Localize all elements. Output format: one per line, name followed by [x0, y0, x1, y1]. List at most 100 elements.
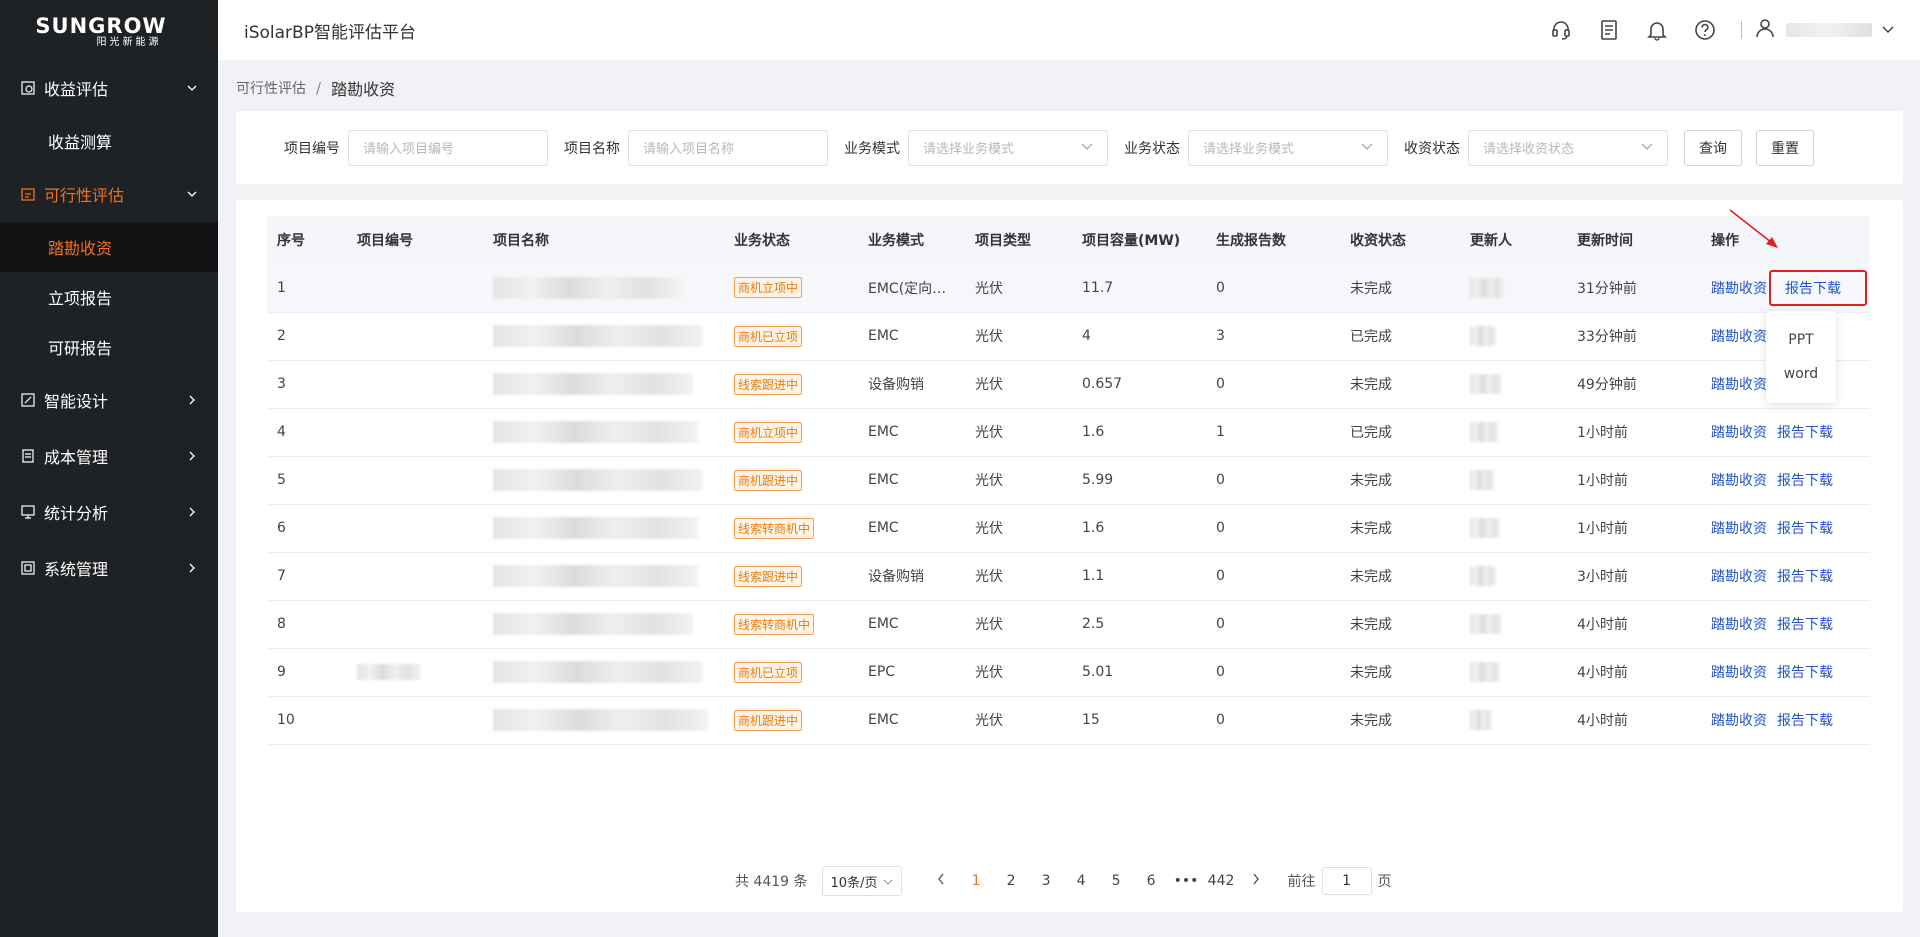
- cell-updater: [1460, 312, 1567, 361]
- report-download-link[interactable]: 报告下载: [1777, 425, 1833, 441]
- cell-report-count: 0: [1206, 648, 1340, 697]
- report-download-link[interactable]: 报告下载: [1777, 473, 1833, 489]
- revenue-icon: [20, 80, 36, 96]
- updater-redacted: [1470, 662, 1500, 682]
- sidebar-item-revenue-calc[interactable]: 收益测算: [0, 116, 218, 166]
- sidebar-group-label: 系统管理: [44, 560, 109, 579]
- cell-project-name: [483, 264, 724, 313]
- status-badge: 商机立项中: [734, 421, 803, 443]
- document-icon[interactable]: [1585, 0, 1633, 60]
- biz-mode-select[interactable]: 请选择业务模式: [908, 129, 1108, 166]
- collect-status-select[interactable]: 请选择收资状态: [1468, 129, 1668, 166]
- table-row: 9 商机已立项 EPC 光伏 5.01 0 未完成 4小时前 踏勘收资 报告下载: [267, 648, 1870, 697]
- query-button[interactable]: 查询: [1684, 129, 1742, 166]
- report-download-link[interactable]: 报告下载: [1777, 713, 1833, 729]
- feasibility-icon: [20, 186, 36, 202]
- report-download-link[interactable]: 报告下载: [1777, 569, 1833, 585]
- reset-button[interactable]: 重置: [1756, 129, 1814, 166]
- cell-report-count: 0: [1206, 504, 1340, 553]
- sidebar: SUNGROW 阳光新能源 收益评估 收益测算 可行性评估 踏勘收资 立项报告 …: [0, 0, 218, 937]
- sidebar-group-system[interactable]: 系统管理: [0, 540, 218, 596]
- cell-project-type: 光伏: [965, 360, 1072, 409]
- page-size-select[interactable]: 10条/页: [821, 866, 902, 896]
- updater-redacted: [1470, 614, 1502, 634]
- survey-link[interactable]: 踏勘收资: [1711, 425, 1767, 441]
- cell-biz-mode: EMC: [858, 456, 965, 505]
- col-capacity: 项目容量(MW): [1082, 233, 1181, 249]
- user-menu[interactable]: [1754, 17, 1894, 43]
- survey-link[interactable]: 踏勘收资: [1711, 377, 1767, 393]
- sidebar-group-stats[interactable]: 统计分析: [0, 484, 218, 540]
- page-number[interactable]: 1: [959, 873, 994, 889]
- page-number[interactable]: 2: [994, 873, 1029, 889]
- survey-link[interactable]: 踏勘收资: [1711, 617, 1767, 633]
- report-download-link[interactable]: 报告下载: [1777, 521, 1833, 537]
- dropdown-item-ppt[interactable]: PPT: [1788, 332, 1813, 348]
- next-page-icon[interactable]: [1239, 873, 1274, 889]
- page-number[interactable]: 5: [1099, 873, 1134, 889]
- page-number[interactable]: 6: [1134, 873, 1169, 889]
- sidebar-group-revenue[interactable]: 收益评估: [0, 60, 218, 116]
- cell-project-type: 光伏: [965, 504, 1072, 553]
- cell-update-time: 1小时前: [1567, 456, 1701, 505]
- sidebar-item-survey[interactable]: 踏勘收资: [0, 222, 218, 272]
- survey-link[interactable]: 踏勘收资: [1711, 521, 1767, 537]
- report-download-link[interactable]: 报告下载: [1777, 617, 1833, 633]
- cell-updater: [1460, 504, 1567, 553]
- goto-suffix: 页: [1377, 874, 1392, 890]
- headset-icon[interactable]: [1537, 0, 1585, 60]
- cell-collect-status: 已完成: [1340, 408, 1460, 457]
- filter-biz-mode: 业务模式 请选择业务模式: [844, 129, 1108, 166]
- cell-collect-status: 未完成: [1340, 696, 1460, 745]
- sidebar-item-research-report[interactable]: 可研报告: [0, 322, 218, 372]
- sidebar-group-cost[interactable]: 成本管理: [0, 428, 218, 484]
- sidebar-item-approval-report[interactable]: 立项报告: [0, 272, 218, 322]
- survey-link[interactable]: 踏勘收资: [1711, 329, 1767, 345]
- sidebar-group-label: 智能设计: [44, 392, 109, 411]
- biz-status-select[interactable]: 请选择业务模式: [1188, 129, 1388, 166]
- report-download-dropdown: PPT word: [1766, 311, 1836, 403]
- status-badge: 商机已立项: [734, 325, 803, 347]
- goto-page: 前往 1 页: [1288, 867, 1392, 895]
- cell-capacity: 1.1: [1072, 552, 1206, 601]
- cell-biz-mode: 设备购销: [858, 360, 965, 409]
- survey-link[interactable]: 踏勘收资: [1711, 473, 1767, 489]
- page-number[interactable]: 442: [1204, 873, 1239, 889]
- survey-link[interactable]: 踏勘收资: [1711, 281, 1767, 297]
- pagination-total: 共 4419 条: [735, 874, 808, 890]
- bell-icon[interactable]: [1633, 0, 1681, 60]
- breadcrumb-parent[interactable]: 可行性评估: [236, 78, 306, 98]
- goto-page-input[interactable]: 1: [1321, 867, 1372, 895]
- chevron-right-icon: [186, 450, 198, 462]
- cell-actions: 踏勘收资 报告下载: [1701, 504, 1870, 553]
- cell-updater: [1460, 264, 1567, 313]
- filter-biz-status: 业务状态 请选择业务模式: [1124, 129, 1388, 166]
- help-icon[interactable]: [1681, 0, 1729, 60]
- cell-project-name: [483, 600, 724, 649]
- report-download-link[interactable]: 报告下载: [1777, 665, 1833, 681]
- cell-report-count: 3: [1206, 312, 1340, 361]
- cell-project-name: [483, 648, 724, 697]
- survey-link[interactable]: 踏勘收资: [1711, 713, 1767, 729]
- project-no-input[interactable]: 请输入项目编号: [348, 129, 548, 166]
- survey-link[interactable]: 踏勘收资: [1711, 665, 1767, 681]
- survey-link[interactable]: 踏勘收资: [1711, 569, 1767, 585]
- page-number[interactable]: 3: [1029, 873, 1064, 889]
- dropdown-item-word[interactable]: word: [1784, 366, 1818, 382]
- cell-update-time: 1小时前: [1567, 408, 1701, 457]
- project-name-redacted: [493, 517, 698, 539]
- table-row: 2 商机已立项 EMC 光伏 4 3 已完成 33分钟前 踏勘收资: [267, 312, 1870, 361]
- project-name-input[interactable]: 请输入项目名称: [628, 129, 828, 166]
- updater-redacted: [1470, 374, 1502, 394]
- prev-page-icon[interactable]: [924, 873, 959, 889]
- header-icons: [1537, 0, 1920, 60]
- page-ellipsis[interactable]: •••: [1169, 873, 1204, 889]
- report-download-link[interactable]: 报告下载: [1785, 281, 1841, 297]
- page-number[interactable]: 4: [1064, 873, 1099, 889]
- sidebar-group-label: 可行性评估: [44, 186, 125, 205]
- sidebar-group-design[interactable]: 智能设计: [0, 372, 218, 428]
- project-name-redacted: [493, 709, 708, 731]
- goto-prefix: 前往: [1287, 874, 1316, 890]
- pagination: 共 4419 条 10条/页 1 2 3 4 5 6 ••• 442 前往 1 页: [735, 866, 1392, 896]
- sidebar-group-feasibility[interactable]: 可行性评估: [0, 166, 218, 222]
